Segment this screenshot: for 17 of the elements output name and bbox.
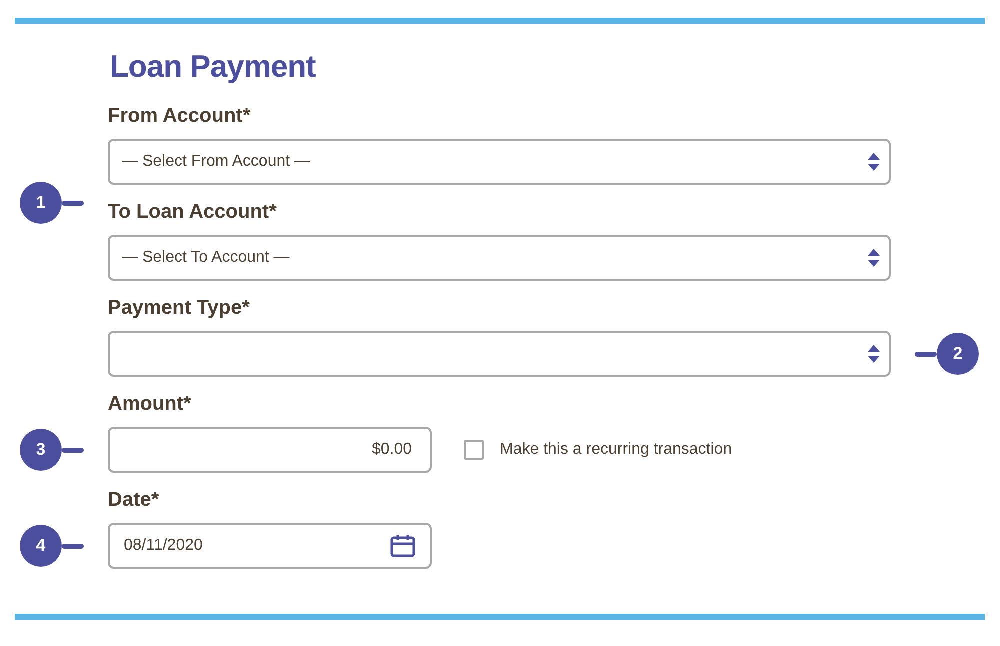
select-field[interactable]: — Select From Account — xyxy=(108,139,891,186)
date-field[interactable]: 08/11/2020 xyxy=(108,523,432,570)
updown-arrows-icon xyxy=(867,152,881,172)
updown-arrows-icon xyxy=(867,344,881,364)
amount-field[interactable]: $0.00 xyxy=(108,427,432,474)
updown-arrows-icon xyxy=(867,248,881,268)
field-label: To Loan Account* xyxy=(108,200,278,224)
calendar-icon[interactable] xyxy=(390,534,416,558)
form-title: Loan Payment xyxy=(110,50,317,84)
checkbox[interactable] xyxy=(464,440,484,460)
field-label: From Account* xyxy=(108,104,252,128)
field-label: Date* xyxy=(108,488,160,512)
select-field[interactable]: — Select To Account — xyxy=(108,235,891,282)
select-field[interactable] xyxy=(108,331,891,378)
field-label: Payment Type* xyxy=(108,296,251,320)
checkbox-label: Make this a recurring transaction xyxy=(500,440,732,460)
field-label: Amount* xyxy=(108,392,192,416)
